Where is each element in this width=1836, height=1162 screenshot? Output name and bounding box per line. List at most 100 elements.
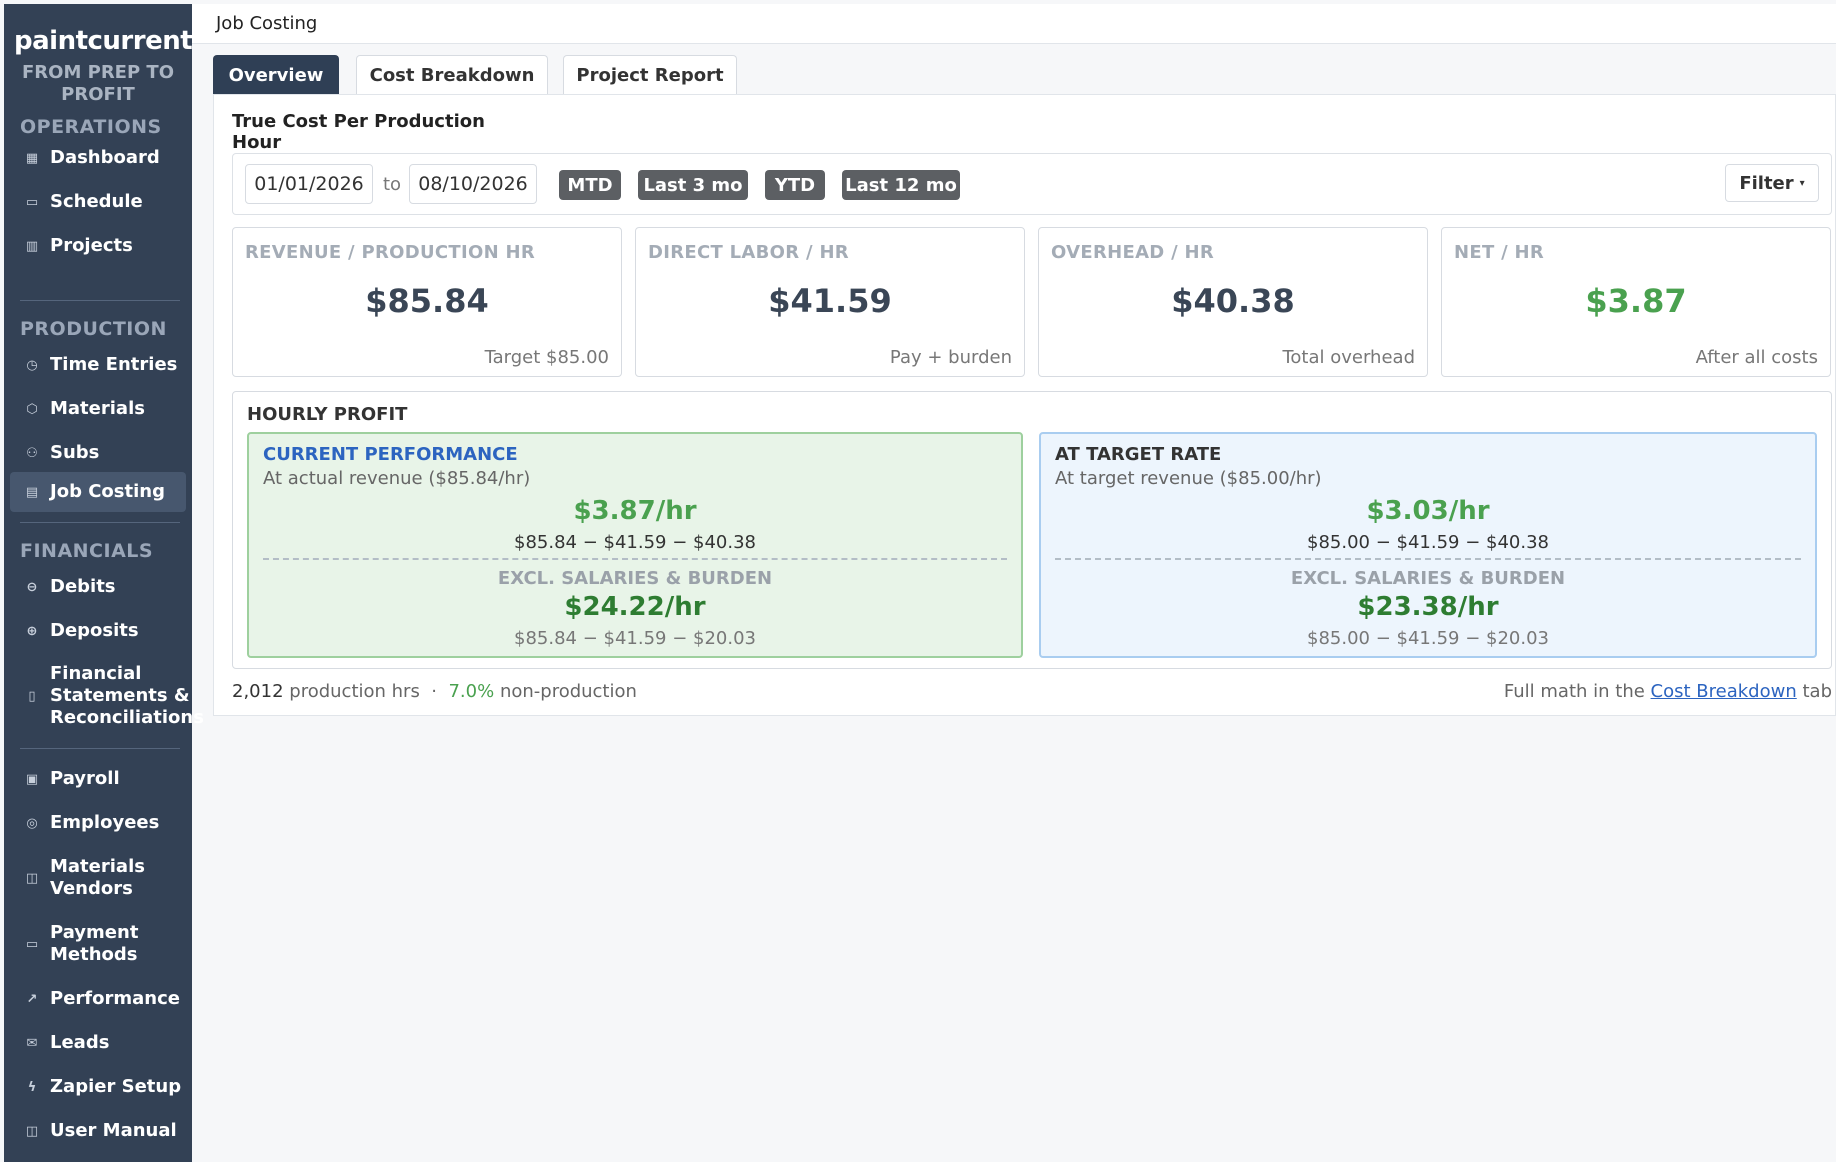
preset-last-3-months-button[interactable]: Last 3 mo <box>638 170 748 200</box>
date-filter-bar: 01/01/2026 to 08/10/2026 MTD Last 3 mo Y… <box>232 153 1832 215</box>
caret-down-icon: ▾ <box>1799 177 1805 189</box>
card-label: OVERHEAD / HR <box>1051 242 1215 263</box>
sidebar-item-label: Employees <box>50 812 160 833</box>
section-financials: FINANCIALS <box>20 540 154 562</box>
date-range-separator: to <box>383 174 402 195</box>
sidebar-item-materials[interactable]: ⬡ Materials <box>10 392 186 426</box>
credit-card-icon: ▭ <box>25 936 39 952</box>
production-hours-label: production hrs <box>289 681 420 702</box>
hourly-profit-value: $3.87/hr <box>573 496 697 526</box>
sidebar-item-label: Job Costing <box>50 481 165 502</box>
card-value: $41.59 <box>768 282 892 320</box>
card-net: NET / HR $3.87 After all costs <box>1441 227 1831 377</box>
sidebar-item-job-costing[interactable]: ▤ Job Costing <box>10 472 186 512</box>
section-title: HOURLY PROFIT <box>247 404 408 425</box>
tab-overview[interactable]: Overview <box>213 55 339 95</box>
page-title: Job Costing <box>216 13 318 34</box>
sidebar-item-materials-vendors[interactable]: ◫ Materials Vendors <box>10 850 186 906</box>
envelope-icon: ✉ <box>26 1035 38 1051</box>
sidebar-item-label: Leads <box>50 1032 110 1053</box>
book-icon: ◫ <box>25 1123 39 1139</box>
calendar-icon: ▭ <box>25 194 39 210</box>
sidebar-item-deposits[interactable]: ⊕ Deposits <box>10 614 186 648</box>
topbar: Job Costing <box>192 4 1836 44</box>
current-performance-box: CURRENT PERFORMANCE At actual revenue ($… <box>247 432 1023 658</box>
sidebar-item-zapier-setup[interactable]: ϟ Zapier Setup <box>10 1070 186 1104</box>
brand-name: paintcurrent <box>14 26 193 56</box>
divider <box>20 300 180 301</box>
tab-project-report[interactable]: Project Report <box>563 55 737 95</box>
cash-icon: ▣ <box>25 771 39 787</box>
non-production-label: non-production <box>499 681 637 702</box>
sidebar-item-label: Zapier Setup <box>50 1076 182 1097</box>
excl-label: EXCL. SALARIES & BURDEN <box>1290 568 1566 589</box>
card-overhead: OVERHEAD / HR $40.38 Total overhead <box>1038 227 1428 377</box>
brand-tagline: FROM PREP TO PROFIT <box>21 62 175 105</box>
sidebar-item-projects[interactable]: ▥ Projects <box>10 229 186 263</box>
excl-profit-value: $23.38/hr <box>1357 592 1499 622</box>
sidebar-item-payroll[interactable]: ▣ Payroll <box>10 762 186 796</box>
sidebar-item-label: Dashboard <box>50 147 160 168</box>
minus-circle-icon: ⊖ <box>26 579 38 595</box>
separator-dot: · <box>431 681 438 702</box>
box-heading: CURRENT PERFORMANCE <box>263 444 518 465</box>
sidebar-item-label: Performance <box>50 988 180 1009</box>
card-value: $3.87 <box>1585 282 1687 320</box>
sidebar-item-label: Deposits <box>50 620 139 641</box>
sidebar-item-dashboard[interactable]: ▦ Dashboard <box>10 141 186 175</box>
building-icon: ▥ <box>25 238 39 254</box>
sidebar-item-payment-methods[interactable]: ▭ Payment Methods <box>10 916 186 972</box>
non-production-percent: 7.0% <box>448 681 495 702</box>
sidebar-item-label: Projects <box>50 235 133 256</box>
cost-breakdown-link[interactable]: Cost Breakdown <box>1651 681 1797 702</box>
sidebar-item-label: Materials Vendors <box>50 856 145 899</box>
sidebar-item-subs[interactable]: ⚇ Subs <box>10 436 186 470</box>
sidebar-item-leads[interactable]: ✉ Leads <box>10 1026 186 1060</box>
card-note: After all costs <box>1695 347 1818 368</box>
profit-math: $85.84 − $41.59 − $40.38 <box>514 532 756 553</box>
tab-cost-breakdown[interactable]: Cost Breakdown <box>356 55 548 95</box>
card-label: REVENUE / PRODUCTION HR <box>245 242 536 263</box>
hours-summary: 2,012 production hrs · 7.0% non-producti… <box>232 681 637 702</box>
sidebar-item-time-entries[interactable]: ◷ Time Entries <box>10 348 186 382</box>
profit-math: $85.00 − $41.59 − $40.38 <box>1307 532 1549 553</box>
box-heading: AT TARGET RATE <box>1055 444 1222 465</box>
document-icon: ▯ <box>28 688 36 704</box>
card-note: Pay + burden <box>889 347 1012 368</box>
sidebar: paintcurrent FROM PREP TO PROFIT OPERATI… <box>4 4 204 1162</box>
calculator-icon: ▤ <box>25 484 39 500</box>
hint-suffix: tab <box>1802 681 1832 702</box>
card-value: $40.38 <box>1171 282 1295 320</box>
excl-profit-math: $85.84 − $41.59 − $20.03 <box>514 628 756 649</box>
sidebar-item-debits[interactable]: ⊖ Debits <box>10 570 186 604</box>
overview-panel: True Cost Per Production Hour 01/01/2026… <box>213 94 1836 716</box>
clock-icon: ◷ <box>26 357 38 373</box>
sidebar-item-employees[interactable]: ◎ Employees <box>10 806 186 840</box>
lightning-icon: ϟ <box>27 1079 37 1095</box>
preset-ytd-button[interactable]: YTD <box>765 170 825 200</box>
sidebar-item-schedule[interactable]: ▭ Schedule <box>10 185 186 219</box>
dashed-divider <box>263 558 1007 560</box>
bag-icon: ◫ <box>25 870 39 886</box>
filter-button-label: Filter <box>1739 172 1794 194</box>
preset-last-12-months-button[interactable]: Last 12 mo <box>842 170 960 200</box>
sidebar-item-label: Payroll <box>50 768 120 789</box>
sidebar-item-performance[interactable]: ↗ Performance <box>10 982 186 1016</box>
sidebar-item-user-manual[interactable]: ◫ User Manual <box>10 1114 186 1148</box>
section-production: PRODUCTION <box>20 318 167 340</box>
filter-button[interactable]: Filter ▾ <box>1725 164 1819 202</box>
sidebar-item-label: Time Entries <box>50 354 178 375</box>
preset-mtd-button[interactable]: MTD <box>559 170 621 200</box>
sidebar-item-financial-statements[interactable]: ▯ Financial Statements & Reconciliations <box>10 660 204 732</box>
sidebar-item-label: Financial Statements & Reconciliations <box>50 663 204 728</box>
person-circle-icon: ◎ <box>26 815 38 831</box>
plus-circle-icon: ⊕ <box>26 623 38 639</box>
excl-profit-value: $24.22/hr <box>564 592 706 622</box>
end-date-input[interactable]: 08/10/2026 <box>409 164 537 204</box>
brand: paintcurrent FROM PREP TO PROFIT <box>4 4 193 106</box>
production-hours: 2,012 <box>232 681 284 702</box>
grid-icon: ▦ <box>25 150 39 166</box>
divider <box>20 748 180 749</box>
start-date-input[interactable]: 01/01/2026 <box>245 164 373 204</box>
section-operations: OPERATIONS <box>20 116 162 138</box>
